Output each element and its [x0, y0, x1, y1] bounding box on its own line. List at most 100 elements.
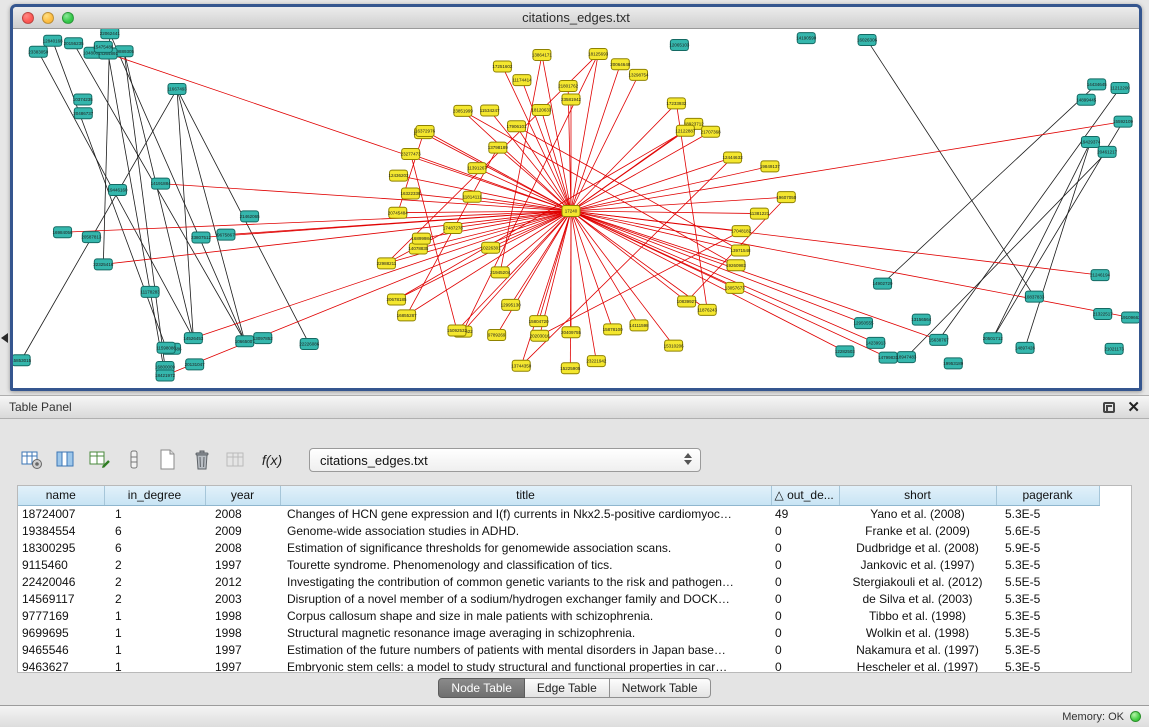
table-cell: 9699695 — [18, 624, 104, 641]
table-cell: 1998 — [205, 607, 280, 624]
table-cell: 1997 — [205, 658, 280, 673]
table-select-value: citations_edges.txt — [320, 453, 428, 468]
table-cell: 2 — [104, 573, 205, 590]
table-panel: Table Panel ✕ — [0, 395, 1149, 727]
column-header[interactable]: name — [18, 486, 104, 505]
table-cell: Estimation of significance thresholds fo… — [280, 539, 771, 556]
column-header[interactable]: in_degree — [104, 486, 205, 505]
svg-text:17233932: 17233932 — [666, 101, 687, 106]
table-row[interactable]: 946554611997Estimation of the future num… — [18, 641, 1131, 658]
table-row[interactable]: 977716911998Corpus callosum shape and si… — [18, 607, 1131, 624]
dropdown-arrows-icon — [684, 453, 692, 465]
svg-text:20486737: 20486737 — [73, 111, 94, 116]
table-cell: Wolkin et al. (1998) — [839, 624, 996, 641]
table-cell: 2008 — [205, 505, 280, 522]
svg-text:16984056: 16984056 — [53, 230, 74, 235]
table-mode-button[interactable] — [119, 447, 149, 473]
svg-text:9789269: 9789269 — [488, 333, 506, 338]
row-filler — [1099, 505, 1131, 522]
svg-text:12122887: 12122887 — [675, 128, 696, 133]
collapse-arrow-icon[interactable] — [1, 333, 8, 343]
table-row[interactable]: 2242004622012Investigating the contribut… — [18, 573, 1131, 590]
select-columns-button[interactable] — [51, 447, 81, 473]
new-table-button[interactable] — [153, 447, 183, 473]
close-panel-icon[interactable]: ✕ — [1127, 400, 1140, 415]
table-cell: 0 — [771, 624, 839, 641]
column-header[interactable]: year — [205, 486, 280, 505]
svg-text:10839927: 10839927 — [677, 299, 698, 304]
svg-text:10837833: 10837833 — [1024, 294, 1045, 299]
table-toolbar: f(x) citations_edges.txt — [17, 445, 1132, 475]
table-row[interactable]: 1872400712008Changes of HCN gene express… — [18, 505, 1131, 522]
table-row[interactable]: 1456911722003Disruption of a novel membe… — [18, 590, 1131, 607]
delete-table-button[interactable] — [187, 447, 217, 473]
table-settings-button[interactable] — [17, 447, 47, 473]
table-cell: 9463627 — [18, 658, 104, 673]
svg-text:15804720: 15804720 — [529, 319, 550, 324]
table-cell: Disruption of a novel member of a sodium… — [280, 590, 771, 607]
svg-text:21322517: 21322517 — [1093, 312, 1114, 317]
import-table-button[interactable] — [221, 447, 251, 473]
table-row[interactable]: 1830029562008Estimation of significance … — [18, 539, 1131, 556]
svg-text:14899445: 14899445 — [1076, 97, 1097, 102]
column-header[interactable]: pagerank — [996, 486, 1099, 505]
function-builder-button[interactable]: f(x) — [255, 447, 289, 473]
svg-text:12436203: 12436203 — [388, 173, 409, 178]
column-header[interactable]: title — [280, 486, 771, 505]
svg-text:11178283: 11178283 — [140, 289, 160, 294]
svg-text:21945204: 21945204 — [490, 270, 511, 275]
column-header[interactable]: △ out_de... — [771, 486, 839, 505]
network-graph[interactable]: 1724011381221170481821397154819260983130… — [13, 29, 1139, 388]
row-filler — [1099, 556, 1131, 573]
table-row[interactable]: 1938455462009Genome-wide association stu… — [18, 522, 1131, 539]
node-table-header-row: namein_degreeyeartitle△ out_de...shortpa… — [18, 486, 1131, 505]
table-cell: 0 — [771, 556, 839, 573]
svg-text:20501712: 20501712 — [983, 336, 1004, 341]
row-filler — [1099, 573, 1131, 590]
table-cell: 1 — [104, 505, 205, 522]
svg-text:23277473: 23277473 — [401, 152, 422, 157]
svg-text:14434645: 14434645 — [1087, 82, 1108, 87]
svg-text:19849137: 19849137 — [760, 164, 781, 169]
table-row[interactable]: 911546021997Tourette syndrome. Phenomeno… — [18, 556, 1131, 573]
svg-text:23383050: 23383050 — [28, 49, 49, 54]
svg-text:14902729: 14902729 — [873, 281, 894, 286]
window-titlebar[interactable]: citations_edges.txt — [13, 7, 1139, 29]
svg-text:18421972: 18421972 — [155, 373, 176, 378]
table-cell: Dudbridge et al. (2008) — [839, 539, 996, 556]
table-cell: 1 — [104, 607, 205, 624]
table-cell: 1 — [104, 658, 205, 673]
table-row[interactable]: 946362711997Embryonic stem cells: a mode… — [18, 658, 1131, 673]
table-cell: 0 — [771, 658, 839, 673]
row-filler — [1099, 624, 1131, 641]
table-cell: Estimation of the future numbers of pati… — [280, 641, 771, 658]
tab-edge-table[interactable]: Edge Table — [525, 678, 610, 698]
svg-text:20745484: 20745484 — [388, 210, 409, 215]
table-select-dropdown[interactable]: citations_edges.txt — [309, 448, 701, 472]
table-cell: 9465546 — [18, 641, 104, 658]
svg-text:19446160: 19446160 — [108, 188, 129, 193]
new-column-button[interactable] — [85, 447, 115, 473]
svg-text:22226086: 22226086 — [299, 342, 320, 347]
svg-text:11391267: 11391267 — [467, 166, 487, 171]
table-cell: 49 — [771, 505, 839, 522]
tab-network-table[interactable]: Network Table — [610, 678, 711, 698]
tab-node-table[interactable]: Node Table — [438, 678, 525, 698]
float-panel-icon[interactable] — [1103, 402, 1115, 413]
table-cell: Jankovic et al. (1997) — [839, 556, 996, 573]
column-header[interactable]: short — [839, 486, 996, 505]
svg-text:11667493: 11667493 — [167, 87, 187, 92]
svg-text:13744350: 13744350 — [511, 363, 532, 368]
svg-text:14239913: 14239913 — [866, 341, 887, 346]
table-row[interactable]: 969969511998Structural magnetic resonanc… — [18, 624, 1131, 641]
svg-text:14111598: 14111598 — [629, 323, 649, 328]
svg-text:13298754: 13298754 — [629, 72, 650, 77]
table-cell: Hescheler et al. (1997) — [839, 658, 996, 673]
network-view[interactable]: 1724011381221170481821397154819260983130… — [13, 29, 1139, 388]
table-tabbar: Node Table Edge Table Network Table — [17, 678, 1132, 698]
table-cell: 5.6E-5 — [996, 522, 1099, 539]
svg-text:20678185: 20678185 — [386, 297, 407, 302]
table-cell: 0 — [771, 607, 839, 624]
svg-text:10374235: 10374235 — [73, 97, 94, 102]
table-cell: 2003 — [205, 590, 280, 607]
